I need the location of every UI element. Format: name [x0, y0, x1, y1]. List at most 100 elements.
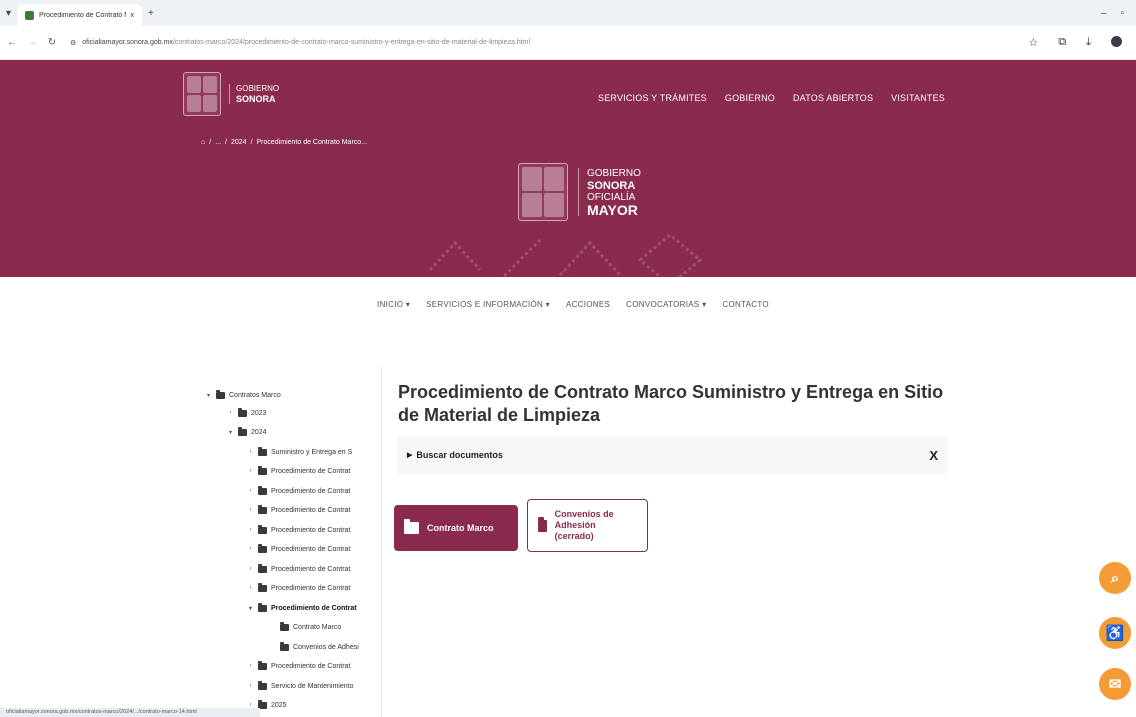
download-icon[interactable]: ⤓	[1086, 36, 1091, 49]
site-info-icon[interactable]: ⚙	[70, 39, 76, 47]
address-bar: ← → ↻ ⚙ oficialiamayor.sonora.gob.mx/con…	[0, 26, 1136, 60]
folder-icon	[280, 621, 289, 631]
tab-list-chevron-icon[interactable]: ▾	[0, 8, 17, 19]
sidebar-divider	[381, 367, 382, 717]
bookmark-star-icon[interactable]: ☆	[1028, 36, 1038, 49]
tree-toggle-icon[interactable]: ›	[247, 449, 254, 455]
folder-button-label: Convenios de Adhesión (cerrado)	[554, 509, 614, 541]
profile-avatar-icon[interactable]	[1111, 36, 1122, 47]
nav-servicios[interactable]: SERVICIOS Y TRÁMITES	[598, 93, 707, 103]
menu-servicios[interactable]: SERVICIOS E INFORMACIÓN ▾	[426, 300, 550, 309]
center-logo-line4: MAYOR	[587, 202, 638, 218]
favicon-icon	[25, 10, 35, 20]
folder-icon	[258, 582, 267, 592]
tree-label: Convenios de Adhesi	[293, 643, 359, 651]
url-field[interactable]: ⚙ oficialiamayor.sonora.gob.mx/contratos…	[70, 39, 530, 47]
tree-toggle-icon[interactable]: ▾	[205, 392, 212, 399]
breadcrumb: ⌂ / ... / 2024 / Procedimiento de Contra…	[201, 139, 367, 146]
nav-datos-abiertos[interactable]: DATOS ABIERTOS	[793, 93, 873, 103]
tree-node[interactable]: › Procedimiento de Contrat	[247, 524, 350, 536]
tree-toggle-icon[interactable]: ›	[227, 410, 234, 416]
tree-toggle-icon[interactable]: ›	[247, 527, 254, 533]
tree-toggle-icon[interactable]: ›	[247, 488, 254, 494]
extensions-icon[interactable]: ⧉	[1058, 36, 1066, 49]
tree-node[interactable]: ▾ Contratos Marco	[205, 389, 281, 401]
menu-contacto[interactable]: CONTACTO	[722, 300, 769, 309]
tab-title: Procedimiento de Contrato M	[39, 11, 126, 19]
center-logo-line2: SONORA	[587, 180, 636, 192]
tree-node[interactable]: › Suministro y Entrega en S	[247, 446, 352, 458]
tree-toggle-icon[interactable]: ›	[247, 468, 254, 474]
breadcrumb-2024[interactable]: 2024	[231, 139, 247, 146]
folder-icon	[538, 516, 547, 532]
tree-node[interactable]: › Procedimiento de Contrat	[247, 543, 350, 555]
new-tab-icon[interactable]: +	[142, 8, 160, 19]
tree-label: Procedimiento de Contrat	[271, 662, 351, 670]
folder-icon	[280, 641, 289, 651]
tree-toggle-icon[interactable]: ›	[247, 585, 254, 591]
folder-icon	[258, 524, 267, 534]
tree-node[interactable]: › Procedimiento de Contrat	[247, 465, 350, 477]
folder-icon	[258, 563, 267, 573]
folder-icon	[258, 660, 267, 670]
tree-toggle-icon[interactable]: ›	[247, 663, 254, 669]
tree-node[interactable]: › Procedimiento de Contrat	[247, 563, 350, 575]
tree-label: 2025	[271, 701, 287, 709]
tree-label: Procedimiento de Contrat	[271, 565, 351, 573]
folder-icon	[258, 485, 267, 495]
close-icon[interactable]: X	[929, 448, 938, 463]
menu-acciones[interactable]: ACCIONES	[566, 300, 610, 309]
search-fab-icon[interactable]: ⌕	[1099, 562, 1131, 594]
caret-right-icon: ▶	[407, 452, 413, 459]
tree-toggle-icon[interactable]: ▾	[247, 605, 254, 612]
tree-label: Procedimiento de Contrat	[271, 545, 351, 553]
tree-label: Contrato Marco	[293, 623, 342, 631]
back-icon[interactable]: ←	[4, 37, 20, 48]
folder-icon	[404, 519, 419, 534]
feedback-fab-icon[interactable]: ✉	[1099, 668, 1131, 700]
tree-node[interactable]: › 2023	[227, 407, 267, 419]
reload-icon[interactable]: ↻	[44, 37, 60, 48]
page: ▾ Procedimiento de Contrato M x + – ▫ ← …	[0, 0, 1136, 717]
tree-node[interactable]: ▾ 2024	[227, 426, 267, 438]
tree-node[interactable]: › Procedimiento de Contrat	[247, 660, 350, 672]
folder-contrato-marco-button[interactable]: Contrato Marco	[394, 505, 518, 551]
forward-icon[interactable]: →	[24, 37, 40, 48]
url-path: /contratos-marco/2024/procedimiento-de-c…	[172, 39, 531, 46]
search-documents-toggle[interactable]: ▶ Buscar documentos X	[397, 436, 948, 474]
tree-node[interactable]: Convenios de Adhesi	[269, 641, 359, 653]
tab-close-icon[interactable]: x	[131, 12, 135, 19]
tree-node-selected[interactable]: ▾ Procedimiento de Contrat	[247, 602, 357, 614]
menu-convocatorias[interactable]: CONVOCATORIAS ▾	[626, 300, 706, 309]
folder-button-label: Contrato Marco	[427, 523, 494, 533]
toolbar-actions: ☆ ⧉ ⤓	[1028, 36, 1136, 49]
logo-line2: SONORA	[236, 94, 276, 104]
tree-node[interactable]: › Procedimiento de Contrat	[247, 582, 350, 594]
minimize-icon[interactable]: –	[1101, 8, 1107, 19]
maximize-icon[interactable]: ▫	[1120, 8, 1124, 19]
oficialia-mayor-logo: GOBIERNO SONORA OFICIALÍA MAYOR	[518, 163, 641, 221]
browser-tab-bar: ▾ Procedimiento de Contrato M x + – ▫	[0, 0, 1136, 26]
home-icon[interactable]: ⌂	[201, 139, 205, 146]
tree-node[interactable]: Contrato Marco	[269, 621, 341, 633]
nav-visitantes[interactable]: VISITANTES	[891, 93, 945, 103]
tree-node[interactable]: › Procedimiento de Contrat	[247, 504, 350, 516]
tree-toggle-icon[interactable]: ▾	[227, 429, 234, 436]
nav-gobierno[interactable]: GOBIERNO	[725, 93, 775, 103]
browser-tab[interactable]: Procedimiento de Contrato M x	[17, 4, 143, 26]
tree-node[interactable]: › Servicio de Mantenimiento	[247, 680, 354, 692]
tree-node[interactable]: › Procedimiento de Contrat	[247, 485, 350, 497]
folder-icon	[258, 680, 267, 690]
tree-label: 2023	[251, 409, 267, 417]
accessibility-fab-icon[interactable]: ♿	[1099, 617, 1131, 649]
tree-toggle-icon[interactable]: ›	[247, 683, 254, 689]
tree-toggle-icon[interactable]: ›	[247, 566, 254, 572]
breadcrumb-ellipsis[interactable]: ...	[215, 139, 221, 146]
menu-inicio[interactable]: INICIO ▾	[377, 300, 410, 309]
breadcrumb-sep: /	[225, 139, 227, 146]
tree-toggle-icon[interactable]: ›	[247, 507, 254, 513]
folder-convenios-button[interactable]: Convenios de Adhesión (cerrado)	[527, 499, 648, 552]
gobierno-logo[interactable]: GOBIERNO SONORA	[183, 72, 279, 116]
tree-toggle-icon[interactable]: ›	[247, 546, 254, 552]
folder-icon	[258, 543, 267, 553]
